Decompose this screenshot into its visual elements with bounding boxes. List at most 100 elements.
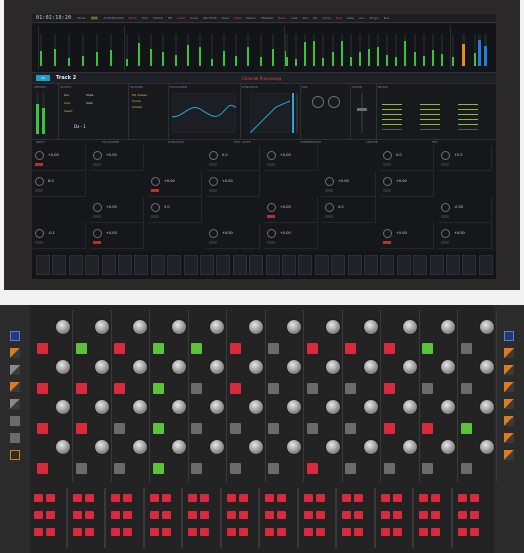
bus-assign-line[interactable] <box>458 119 478 120</box>
clip-pad[interactable] <box>161 511 171 519</box>
side-function-button[interactable] <box>10 433 20 443</box>
clip-pad[interactable] <box>392 528 402 536</box>
channel-select-button[interactable] <box>462 255 477 275</box>
parameter-toggle[interactable] <box>383 163 391 166</box>
rotary-encoder[interactable] <box>363 359 379 375</box>
clip-pad[interactable] <box>419 494 428 502</box>
rotary-encoder[interactable] <box>478 319 495 335</box>
channel-select-button[interactable] <box>52 255 67 275</box>
clip-pad[interactable] <box>431 511 440 519</box>
toolbar-item[interactable]: Write <box>129 16 137 20</box>
parameter-knob[interactable] <box>93 203 102 212</box>
rotary-encoder[interactable] <box>55 319 71 335</box>
parameter-knob[interactable] <box>267 151 276 160</box>
clip-pad[interactable] <box>354 494 363 502</box>
dynamics-graph[interactable] <box>250 93 290 133</box>
channel-pad-button[interactable] <box>345 423 356 434</box>
clip-pad[interactable] <box>226 528 236 536</box>
channel-select-button[interactable] <box>364 255 378 275</box>
rotary-encoder[interactable] <box>440 439 456 455</box>
channel-pad-button[interactable] <box>152 463 164 474</box>
toolbar-item[interactable]: Snap <box>190 16 198 20</box>
parameter-toggle[interactable] <box>151 189 159 192</box>
channel-select-button[interactable] <box>282 255 296 275</box>
clip-pad[interactable] <box>84 511 94 519</box>
clip-pad[interactable] <box>238 494 248 502</box>
parameter-toggle[interactable] <box>267 163 275 166</box>
clip-pad[interactable] <box>34 511 43 519</box>
parameter-toggle[interactable] <box>35 189 43 192</box>
channel-pad-button[interactable] <box>306 343 318 354</box>
clip-pad[interactable] <box>380 494 390 502</box>
parameter-knob[interactable] <box>35 177 44 186</box>
toolbar-item[interactable]: Fade <box>234 16 241 20</box>
channel-pad-button[interactable] <box>229 423 241 434</box>
rotary-encoder[interactable] <box>93 399 110 415</box>
side-function-button[interactable] <box>504 382 514 392</box>
rotary-encoder[interactable] <box>363 399 379 415</box>
channel-pad-button[interactable] <box>75 383 87 394</box>
rotary-encoder[interactable] <box>209 359 225 375</box>
channel-select-button[interactable] <box>429 255 444 275</box>
mix-knob[interactable] <box>328 96 340 108</box>
bus-assign-line[interactable] <box>420 114 440 115</box>
clip-pad[interactable] <box>123 494 132 502</box>
rotary-encoder[interactable] <box>132 399 148 415</box>
rotary-encoder[interactable] <box>324 359 341 375</box>
rotary-encoder[interactable] <box>55 439 71 455</box>
rotary-encoder[interactable] <box>401 439 418 455</box>
parameter-knob[interactable] <box>325 177 334 186</box>
plugin-slot-2[interactable]: Comp <box>132 99 141 103</box>
channel-select-button[interactable] <box>396 255 411 275</box>
channel-pad-button[interactable] <box>268 343 279 354</box>
clip-pad[interactable] <box>315 528 325 536</box>
rotary-encoder[interactable] <box>247 399 264 415</box>
toolbar-item[interactable]: ON STOP <box>203 16 216 20</box>
rotary-encoder[interactable] <box>132 359 148 375</box>
toolbar-item[interactable]: Mode <box>77 16 85 20</box>
clip-pad[interactable] <box>123 528 132 536</box>
bus-assign-line[interactable] <box>458 129 478 130</box>
clip-pad[interactable] <box>149 528 159 536</box>
channel-pad-button[interactable] <box>229 343 241 354</box>
channel-pad-button[interactable] <box>268 463 279 474</box>
rotary-encoder[interactable] <box>93 319 110 335</box>
channel-select-button[interactable] <box>36 255 50 275</box>
rotary-encoder[interactable] <box>286 319 302 335</box>
channel-pad-button[interactable] <box>383 463 395 474</box>
rotary-encoder[interactable] <box>324 319 341 335</box>
rotary-encoder[interactable] <box>247 439 264 455</box>
toolbar-item[interactable]: Clear <box>221 16 229 20</box>
parameter-knob[interactable] <box>441 151 450 160</box>
clip-pad[interactable] <box>149 511 159 519</box>
side-function-button[interactable] <box>504 365 514 375</box>
clip-pad[interactable] <box>265 528 274 536</box>
parameter-toggle[interactable] <box>441 241 449 244</box>
channel-pad-button[interactable] <box>460 343 472 354</box>
status-safe[interactable]: Safe <box>86 101 93 105</box>
parameter-toggle[interactable] <box>209 241 217 244</box>
parameter-knob[interactable] <box>267 203 276 212</box>
parameter-toggle[interactable] <box>209 163 217 166</box>
channel-pad-button[interactable] <box>268 423 279 434</box>
side-function-button[interactable] <box>10 450 20 460</box>
parameter-knob[interactable] <box>383 177 392 186</box>
clip-pad[interactable] <box>469 511 479 519</box>
clip-pad[interactable] <box>315 494 325 502</box>
clip-pad[interactable] <box>188 511 197 519</box>
channel-pad-button[interactable] <box>114 423 125 434</box>
rotary-encoder[interactable] <box>132 319 148 335</box>
parameter-toggle[interactable] <box>325 215 333 218</box>
rotary-encoder[interactable] <box>247 319 264 335</box>
clip-pad[interactable] <box>226 494 236 502</box>
status-insert[interactable]: Insert <box>64 109 73 113</box>
clip-pad[interactable] <box>419 511 428 519</box>
channel-select-button[interactable] <box>380 255 395 275</box>
parameter-toggle[interactable] <box>93 241 101 244</box>
clip-pad[interactable] <box>457 528 467 536</box>
clip-pad[interactable] <box>277 511 286 519</box>
channel-pad-button[interactable] <box>75 463 87 474</box>
parameter-knob[interactable] <box>209 229 218 238</box>
channel-pad-button[interactable] <box>152 383 164 394</box>
channel-pad-button[interactable] <box>306 463 318 474</box>
